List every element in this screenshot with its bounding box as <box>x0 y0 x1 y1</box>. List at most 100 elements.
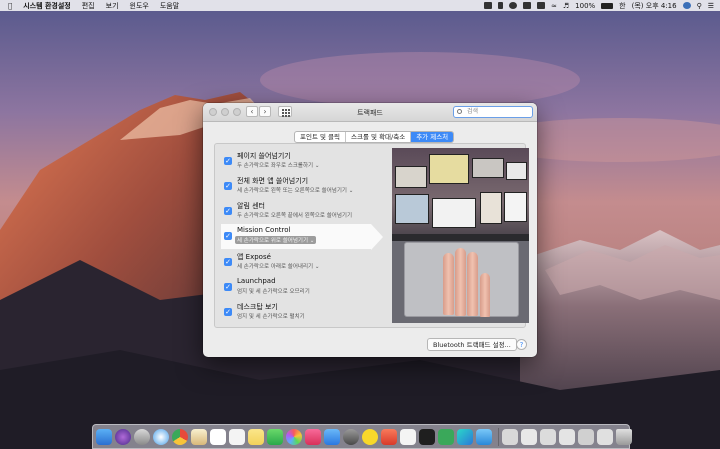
itunes-icon[interactable] <box>305 428 321 445</box>
tab-point-and-click[interactable]: 포인트 및 클릭 <box>295 132 347 142</box>
kakaotalk-icon[interactable] <box>362 428 378 445</box>
gesture-desc: 엄지 및 세 손가락으로 펼치기 <box>237 314 305 320</box>
minimized-window-icon[interactable] <box>502 428 518 445</box>
gestures-panel: ✓ 페이지 쓸어넘기기 두 손가락으로 좌우로 스크롤하기 ⌄ ✓ 전체 화면 … <box>214 143 529 328</box>
window-thumbnail <box>472 158 504 178</box>
phone-status-icon[interactable] <box>498 2 503 10</box>
selection-arrow <box>371 224 383 250</box>
menu-bar:  시스템 환경설정 편집 보기 윈도우 도움말 ≈ ♬ 100% 한 (목) … <box>0 0 720 11</box>
search-placeholder: 검색 <box>467 108 479 115</box>
launchpad-icon[interactable] <box>134 428 150 445</box>
app-icon[interactable] <box>400 428 416 445</box>
apple-menu-icon[interactable]:  <box>8 2 12 10</box>
dock-separator <box>498 427 499 446</box>
finger-illustration <box>467 252 478 316</box>
terminal-icon[interactable] <box>419 428 435 445</box>
minimized-window-icon[interactable] <box>521 428 537 445</box>
gesture-desc[interactable]: 세 손가락으로 왼쪽 또는 오른쪽으로 쓸어넘기기 ⌄ <box>237 186 353 194</box>
gesture-item[interactable]: ✓ Launchpad 엄지 및 세 손가락으로 오므리기 <box>221 275 371 300</box>
app-store-icon[interactable] <box>324 428 340 445</box>
gesture-checkbox[interactable]: ✓ <box>224 232 232 240</box>
help-button[interactable]: ? <box>516 339 527 350</box>
clipboard-status-icon[interactable] <box>523 2 531 10</box>
gesture-desc: 두 손가락으로 오른쪽 끝에서 왼쪽으로 쓸어넘기기 <box>237 213 353 219</box>
gesture-preview-video <box>392 148 529 323</box>
mail-icon[interactable] <box>191 428 207 445</box>
gesture-title: 전체 화면 앱 쓸어넘기기 <box>237 177 309 185</box>
finger-illustration <box>455 248 466 316</box>
app-icon[interactable] <box>457 428 473 445</box>
minimized-window-icon[interactable] <box>597 428 613 445</box>
minimized-window-icon[interactable] <box>559 428 575 445</box>
tab-scroll-and-zoom[interactable]: 스크롤 및 확대/축소 <box>346 132 412 142</box>
gesture-desc-dropdown[interactable]: 세 손가락으로 위로 쓸어넘기기 ⌄ <box>235 236 317 244</box>
menu-edit[interactable]: 편집 <box>82 1 95 11</box>
trash-icon[interactable] <box>616 428 632 445</box>
app-icon[interactable] <box>381 428 397 445</box>
gesture-checkbox[interactable]: ✓ <box>224 207 232 215</box>
bluetooth-trackpad-setup-button[interactable]: Bluetooth 트랙패드 설정... <box>427 338 517 351</box>
gesture-checkbox[interactable]: ✓ <box>224 283 232 291</box>
menu-window[interactable]: 윈도우 <box>130 1 149 11</box>
message-status-icon[interactable] <box>509 2 517 10</box>
menu-help[interactable]: 도움말 <box>160 1 179 11</box>
reminders-icon[interactable] <box>229 428 245 445</box>
chrome-icon[interactable] <box>172 428 188 445</box>
notes-icon[interactable] <box>248 428 264 445</box>
calendar-icon[interactable] <box>210 428 226 445</box>
window-titlebar[interactable]: ‹ › 트랙패드 검색 <box>203 103 537 122</box>
user-avatar-icon[interactable] <box>682 2 691 10</box>
input-source-icon[interactable]: 한 <box>619 1 625 11</box>
gesture-item[interactable]: ✓ 앱 Exposé 세 손가락으로 아래로 쓸어내리기 ⌄ <box>221 250 371 275</box>
gesture-desc[interactable]: 세 손가락으로 아래로 쓸어내리기 ⌄ <box>237 262 319 270</box>
window-thumbnail <box>480 192 502 224</box>
window-thumbnail <box>506 162 527 180</box>
gesture-checkbox[interactable]: ✓ <box>224 182 232 190</box>
app-icon[interactable] <box>476 428 492 445</box>
gesture-item[interactable]: ✓ 알림 센터 두 손가락으로 오른쪽 끝에서 왼쪽으로 쓸어넘기기 <box>221 199 371 224</box>
gesture-checkbox[interactable]: ✓ <box>224 308 232 316</box>
gesture-item[interactable]: ✓ 전체 화면 앱 쓸어넘기기 세 손가락으로 왼쪽 또는 오른쪽으로 쓸어넘기… <box>221 174 371 199</box>
volume-icon[interactable]: ♬ <box>563 2 569 10</box>
menu-view[interactable]: 보기 <box>106 1 119 11</box>
wifi-icon[interactable]: ≈ <box>551 2 557 10</box>
menu-extras: ≈ ♬ 100% 한 (목) 오후 4:16 ⚲ ☰ <box>478 0 714 11</box>
notes-status-icon[interactable] <box>484 2 492 10</box>
minimized-window-icon[interactable] <box>578 428 594 445</box>
battery-icon[interactable] <box>601 2 614 10</box>
display-status-icon[interactable] <box>537 2 545 10</box>
minimized-window-icon[interactable] <box>540 428 556 445</box>
gesture-checkbox[interactable]: ✓ <box>224 258 232 266</box>
gesture-title: 페이지 쓸어넘기기 <box>237 152 291 160</box>
system-preferences-icon[interactable] <box>343 428 359 445</box>
trackpad-illustration <box>404 242 519 317</box>
finger-illustration <box>443 253 454 315</box>
gesture-title: 알림 센터 <box>237 202 265 210</box>
window-thumbnail <box>395 194 429 224</box>
trackpad-preferences-window: ‹ › 트랙패드 검색 포인트 및 클릭 스크롤 및 확대/축소 추가 제스처 … <box>203 103 537 357</box>
spotlight-icon[interactable]: ⚲ <box>697 2 702 10</box>
search-input[interactable]: 검색 <box>453 106 533 118</box>
gesture-title: 데스크탑 보기 <box>237 303 278 311</box>
photos-icon[interactable] <box>286 428 302 445</box>
notification-center-icon[interactable]: ☰ <box>708 2 714 10</box>
gesture-desc[interactable]: 두 손가락으로 좌우로 스크롤하기 ⌄ <box>237 161 319 169</box>
window-thumbnail <box>432 198 476 228</box>
finder-icon[interactable] <box>96 428 112 445</box>
app-icon[interactable] <box>438 428 454 445</box>
siri-icon[interactable] <box>115 428 131 445</box>
dock <box>92 424 632 449</box>
battery-percent[interactable]: 100% <box>575 2 595 10</box>
gesture-checkbox[interactable]: ✓ <box>224 157 232 165</box>
window-thumbnail <box>429 154 469 184</box>
tab-more-gestures[interactable]: 추가 제스처 <box>411 132 454 142</box>
finger-illustration <box>480 273 490 317</box>
safari-icon[interactable] <box>153 428 169 445</box>
gesture-item-selected[interactable]: ✓ Mission Control 세 손가락으로 위로 쓸어넘기기 ⌄ <box>221 224 371 249</box>
gesture-item[interactable]: ✓ 데스크탑 보기 엄지 및 세 손가락으로 펼치기 <box>221 300 371 325</box>
gesture-item[interactable]: ✓ 페이지 쓸어넘기기 두 손가락으로 좌우로 스크롤하기 ⌄ <box>221 149 371 174</box>
gesture-title: 앱 Exposé <box>237 253 271 261</box>
menubar-clock[interactable]: (목) 오후 4:16 <box>632 1 677 11</box>
maps-icon[interactable] <box>267 428 283 445</box>
app-menu[interactable]: 시스템 환경설정 <box>23 1 71 11</box>
